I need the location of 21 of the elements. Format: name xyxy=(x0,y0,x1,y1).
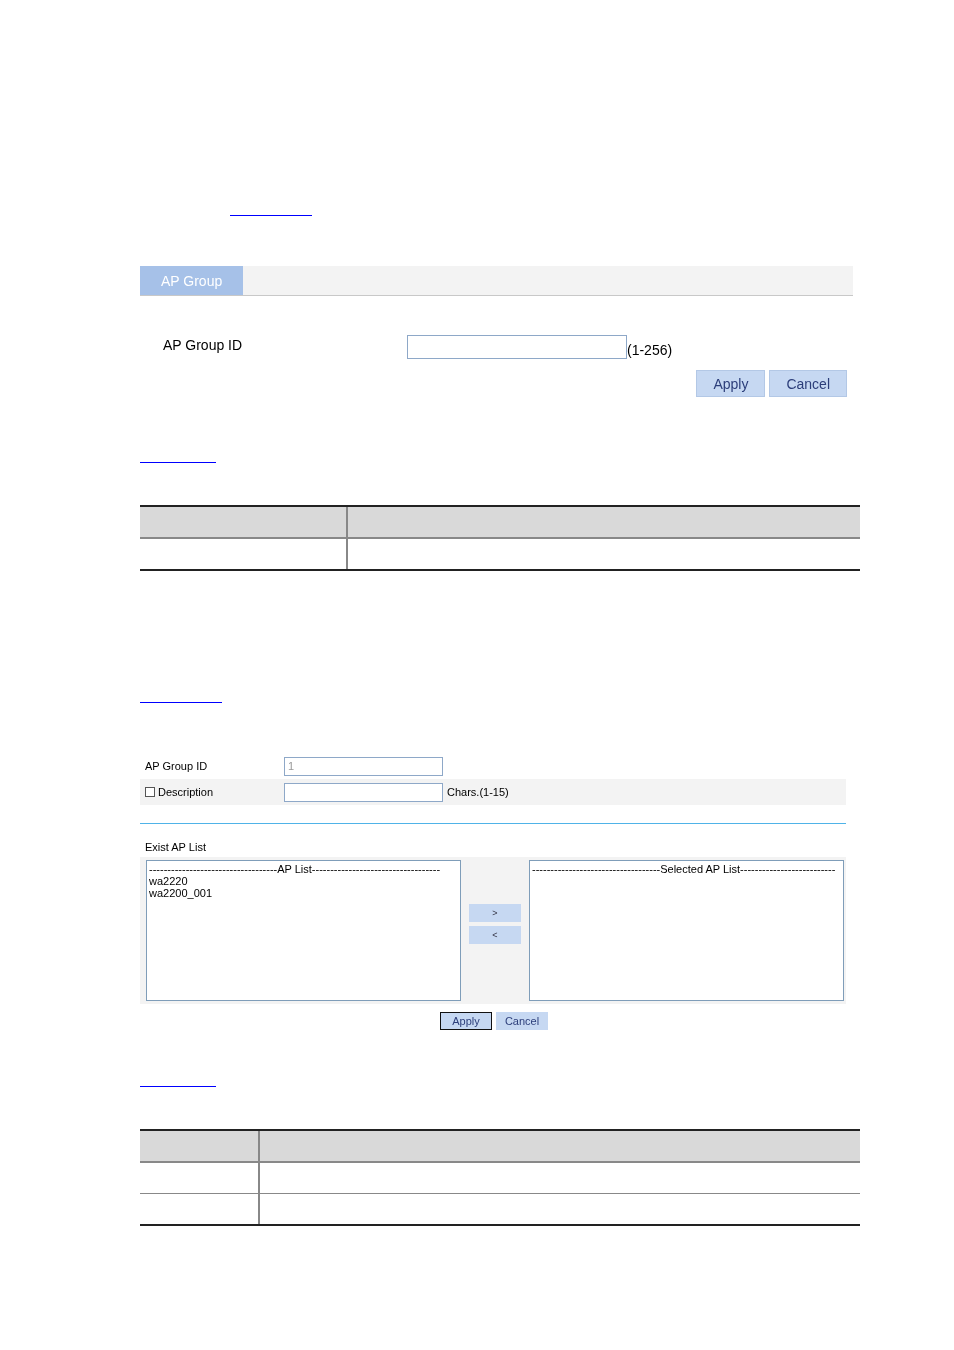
list-header: -----------------------------------Selected AP List-------------------------- xyxy=(532,863,837,875)
ap-list-box[interactable]: -----------------------------------AP List----------------------------------- wa2220 wa2200_001 xyxy=(146,860,461,1001)
field-hint: (1-256) xyxy=(627,342,673,359)
checkbox[interactable] xyxy=(145,787,155,797)
action-button[interactable]: Cancel xyxy=(496,1012,548,1030)
group-id-field[interactable] xyxy=(407,335,627,359)
field-label: AP Group ID xyxy=(145,760,209,772)
field-hint: Chars.(1-15) xyxy=(447,786,509,798)
list-header: -----------------------------------AP List----------------------------------- xyxy=(149,863,442,875)
field-label: Description xyxy=(158,786,214,798)
move-button[interactable]: > xyxy=(469,903,521,922)
move-button[interactable]: < xyxy=(469,925,521,944)
selected-list-box[interactable]: -----------------------------------Selected AP List-------------------------- xyxy=(529,860,844,1001)
action-button[interactable]: Apply xyxy=(440,1012,492,1030)
action-button[interactable]: Cancel xyxy=(769,370,847,397)
field-label: AP Group ID xyxy=(163,337,244,355)
action-button[interactable]: Apply xyxy=(696,370,766,397)
description-field[interactable] xyxy=(284,782,443,802)
list-item[interactable]: wa2220 xyxy=(149,875,458,887)
list-label: Exist AP List xyxy=(145,841,207,853)
list-item[interactable]: wa2200_001 xyxy=(149,887,458,899)
